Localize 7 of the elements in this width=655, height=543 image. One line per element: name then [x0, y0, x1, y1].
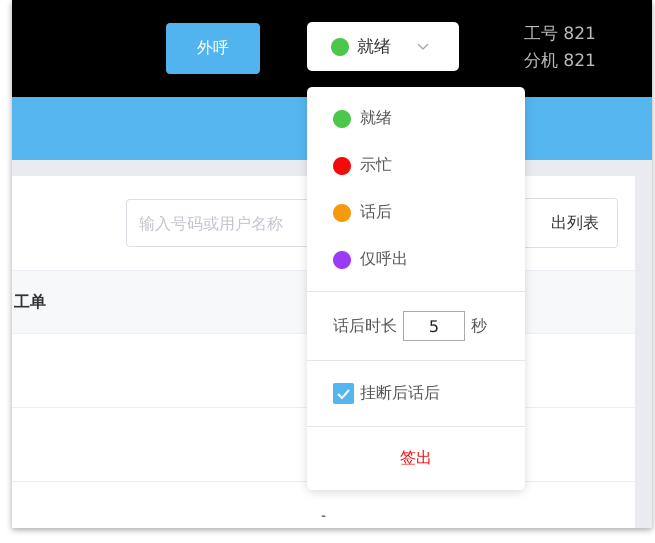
table-cell: -	[320, 508, 326, 524]
agent-info-text: 工号 821	[524, 22, 596, 44]
checkbox-label: 挂断后话后	[360, 383, 440, 404]
duration-label: 话后时长	[333, 316, 397, 336]
unit-label: 秒	[471, 316, 487, 336]
agent-info-text: 分机 821	[524, 50, 596, 72]
column-header: 工单	[14, 292, 46, 312]
